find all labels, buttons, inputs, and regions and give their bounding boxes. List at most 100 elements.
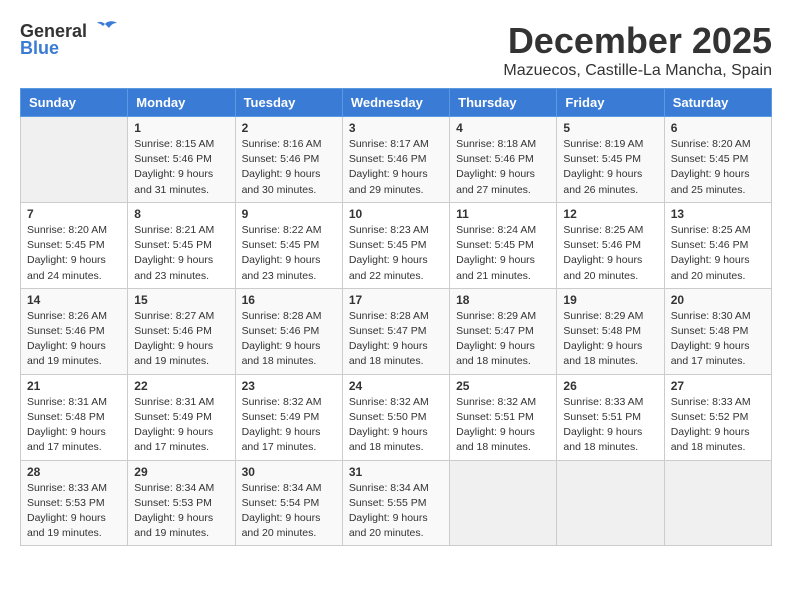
calendar-day-cell: 18 Sunrise: 8:29 AM Sunset: 5:47 PM Dayli… [450,288,557,374]
calendar-week-row: 14Sunrise: 8:26 AM Sunset: 5:46 PM Dayli… [21,288,772,374]
calendar-day-cell: 7 Sunrise: 8:20 AM Sunset: 5:45 PM Daylig… [21,202,128,288]
day-info: Sunrise: 8:28 AM Sunset: 5:46 PM Dayligh… [242,309,336,370]
day-info: Sunrise: 8:15 AM Sunset: 5:46 PM Dayligh… [134,137,228,198]
calendar-day-cell: 23 Sunrise: 8:32 AM Sunset: 5:49 PM Dayli… [235,374,342,460]
day-number: 1 [134,121,228,135]
calendar-day-cell: 28 Sunrise: 8:33 AM Sunset: 5:53 PM Dayli… [21,460,128,546]
day-number: 11 [456,207,550,221]
calendar-day-cell: 5Sunrise: 8:19 AM Sunset: 5:45 PM Daylig… [557,117,664,203]
calendar-day-cell: 13 Sunrise: 8:25 AM Sunset: 5:46 PM Dayli… [664,202,771,288]
calendar-day-cell: 16 Sunrise: 8:28 AM Sunset: 5:46 PM Dayli… [235,288,342,374]
day-number: 2 [242,121,336,135]
day-number: 20 [671,293,765,307]
day-number: 31 [349,465,443,479]
calendar-day-cell: 4Sunrise: 8:18 AM Sunset: 5:46 PM Daylig… [450,117,557,203]
day-info: Sunrise: 8:26 AM Sunset: 5:46 PM Dayligh… [27,309,121,370]
calendar-header-cell: Saturday [664,89,771,117]
calendar-day-cell: 9Sunrise: 8:22 AM Sunset: 5:45 PM Daylig… [235,202,342,288]
day-number: 28 [27,465,121,479]
day-number: 7 [27,207,121,221]
day-number: 4 [456,121,550,135]
day-number: 22 [134,379,228,393]
day-info: Sunrise: 8:25 AM Sunset: 5:46 PM Dayligh… [671,223,765,284]
day-number: 8 [134,207,228,221]
calendar-week-row: 21Sunrise: 8:31 AM Sunset: 5:48 PM Dayli… [21,374,772,460]
day-number: 5 [563,121,657,135]
day-info: Sunrise: 8:30 AM Sunset: 5:48 PM Dayligh… [671,309,765,370]
logo-bird-icon [91,20,119,42]
day-info: Sunrise: 8:25 AM Sunset: 5:46 PM Dayligh… [563,223,657,284]
day-info: Sunrise: 8:34 AM Sunset: 5:54 PM Dayligh… [242,481,336,542]
calendar-day-cell: 6 Sunrise: 8:20 AM Sunset: 5:45 PM Daylig… [664,117,771,203]
day-number: 26 [563,379,657,393]
calendar-week-row: 1 Sunrise: 8:15 AM Sunset: 5:46 PM Daylig… [21,117,772,203]
day-info: Sunrise: 8:33 AM Sunset: 5:51 PM Dayligh… [563,395,657,456]
calendar-header-cell: Wednesday [342,89,449,117]
day-info: Sunrise: 8:32 AM Sunset: 5:49 PM Dayligh… [242,395,336,456]
day-number: 9 [242,207,336,221]
day-info: Sunrise: 8:29 AM Sunset: 5:47 PM Dayligh… [456,309,550,370]
day-number: 21 [27,379,121,393]
calendar-day-cell: 8 Sunrise: 8:21 AM Sunset: 5:45 PM Daylig… [128,202,235,288]
day-info: Sunrise: 8:23 AM Sunset: 5:45 PM Dayligh… [349,223,443,284]
day-info: Sunrise: 8:32 AM Sunset: 5:51 PM Dayligh… [456,395,550,456]
day-number: 18 [456,293,550,307]
calendar-week-row: 28 Sunrise: 8:33 AM Sunset: 5:53 PM Dayli… [21,460,772,546]
calendar-day-cell: 21Sunrise: 8:31 AM Sunset: 5:48 PM Dayli… [21,374,128,460]
logo: General Blue [20,20,119,59]
logo-blue-text: Blue [20,38,59,59]
calendar-day-cell: 1 Sunrise: 8:15 AM Sunset: 5:46 PM Daylig… [128,117,235,203]
day-info: Sunrise: 8:29 AM Sunset: 5:48 PM Dayligh… [563,309,657,370]
calendar-day-cell: 22 Sunrise: 8:31 AM Sunset: 5:49 PM Dayli… [128,374,235,460]
calendar-day-cell: 10 Sunrise: 8:23 AM Sunset: 5:45 PM Dayli… [342,202,449,288]
day-number: 10 [349,207,443,221]
day-info: Sunrise: 8:34 AM Sunset: 5:53 PM Dayligh… [134,481,228,542]
day-number: 29 [134,465,228,479]
day-info: Sunrise: 8:28 AM Sunset: 5:47 PM Dayligh… [349,309,443,370]
day-number: 23 [242,379,336,393]
location-title: Mazuecos, Castille-La Mancha, Spain [503,62,772,80]
calendar-header-row: SundayMondayTuesdayWednesdayThursdayFrid… [21,89,772,117]
calendar-day-cell: 31 Sunrise: 8:34 AM Sunset: 5:55 PM Dayli… [342,460,449,546]
calendar-day-cell: 20 Sunrise: 8:30 AM Sunset: 5:48 PM Dayli… [664,288,771,374]
page-header: General Blue December 2025 Mazuecos, Cas… [20,20,772,80]
month-title: December 2025 [503,20,772,62]
calendar-day-cell: 3 Sunrise: 8:17 AM Sunset: 5:46 PM Daylig… [342,117,449,203]
day-number: 15 [134,293,228,307]
calendar-day-cell [21,117,128,203]
calendar-header-cell: Friday [557,89,664,117]
calendar-day-cell: 11 Sunrise: 8:24 AM Sunset: 5:45 PM Dayli… [450,202,557,288]
calendar-day-cell: 12Sunrise: 8:25 AM Sunset: 5:46 PM Dayli… [557,202,664,288]
calendar-day-cell: 14Sunrise: 8:26 AM Sunset: 5:46 PM Dayli… [21,288,128,374]
calendar-header-cell: Thursday [450,89,557,117]
day-info: Sunrise: 8:20 AM Sunset: 5:45 PM Dayligh… [27,223,121,284]
day-number: 6 [671,121,765,135]
calendar-header-cell: Tuesday [235,89,342,117]
day-info: Sunrise: 8:17 AM Sunset: 5:46 PM Dayligh… [349,137,443,198]
day-number: 13 [671,207,765,221]
day-number: 16 [242,293,336,307]
calendar-header-cell: Sunday [21,89,128,117]
day-info: Sunrise: 8:20 AM Sunset: 5:45 PM Dayligh… [671,137,765,198]
day-info: Sunrise: 8:34 AM Sunset: 5:55 PM Dayligh… [349,481,443,542]
day-info: Sunrise: 8:24 AM Sunset: 5:45 PM Dayligh… [456,223,550,284]
calendar-day-cell: 19 Sunrise: 8:29 AM Sunset: 5:48 PM Dayli… [557,288,664,374]
calendar-day-cell: 25Sunrise: 8:32 AM Sunset: 5:51 PM Dayli… [450,374,557,460]
day-number: 19 [563,293,657,307]
day-info: Sunrise: 8:31 AM Sunset: 5:49 PM Dayligh… [134,395,228,456]
day-number: 27 [671,379,765,393]
calendar-day-cell: 17Sunrise: 8:28 AM Sunset: 5:47 PM Dayli… [342,288,449,374]
calendar-day-cell: 2 Sunrise: 8:16 AM Sunset: 5:46 PM Daylig… [235,117,342,203]
calendar-day-cell [664,460,771,546]
day-info: Sunrise: 8:16 AM Sunset: 5:46 PM Dayligh… [242,137,336,198]
calendar-day-cell: 15 Sunrise: 8:27 AM Sunset: 5:46 PM Dayli… [128,288,235,374]
calendar-day-cell [450,460,557,546]
calendar-day-cell: 24Sunrise: 8:32 AM Sunset: 5:50 PM Dayli… [342,374,449,460]
day-number: 30 [242,465,336,479]
calendar-day-cell: 27Sunrise: 8:33 AM Sunset: 5:52 PM Dayli… [664,374,771,460]
day-info: Sunrise: 8:21 AM Sunset: 5:45 PM Dayligh… [134,223,228,284]
calendar-day-cell: 26 Sunrise: 8:33 AM Sunset: 5:51 PM Dayli… [557,374,664,460]
day-info: Sunrise: 8:33 AM Sunset: 5:53 PM Dayligh… [27,481,121,542]
day-number: 3 [349,121,443,135]
day-info: Sunrise: 8:27 AM Sunset: 5:46 PM Dayligh… [134,309,228,370]
